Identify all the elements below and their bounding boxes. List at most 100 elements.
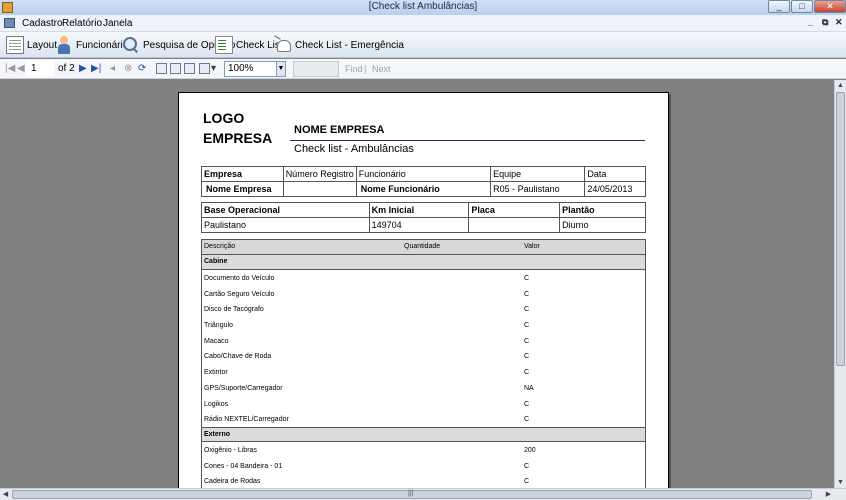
window-title: [Check list Ambulâncias]: [368, 1, 478, 12]
item-description: Rádio NEXTEL/Carregador: [204, 416, 289, 424]
next-page-icon[interactable]: ▶: [79, 63, 87, 74]
item-description: Triângulo: [204, 322, 233, 330]
report-subtitle: Check list - Ambulâncias: [294, 143, 414, 155]
item-value: C: [524, 478, 530, 486]
item-description: Logikos: [204, 400, 229, 408]
section-title: Cabine: [204, 258, 228, 265]
list-item: Logikos C: [202, 396, 645, 412]
report-viewport[interactable]: LOGO EMPRESA NOME EMPRESA Check list - A…: [0, 80, 834, 488]
company-logo: LOGO EMPRESA: [203, 108, 272, 148]
item-description: Cartão Seguro Veículo: [204, 290, 275, 298]
scroll-left-icon[interactable]: ◀: [0, 489, 11, 500]
list-item: Rádio NEXTEL/Carregador C: [202, 411, 645, 427]
scroll-up-icon[interactable]: ▲: [835, 80, 846, 91]
section-externo: Externo: [202, 426, 645, 442]
checklist-icon: [215, 36, 233, 54]
print-layout-icon[interactable]: [170, 63, 181, 74]
find-next-link[interactable]: Next: [372, 64, 391, 74]
item-value: C: [524, 322, 530, 330]
export-icon[interactable]: [199, 63, 210, 74]
back-icon[interactable]: ◂: [110, 63, 115, 74]
checklist-emergencia-button[interactable]: Check List - Emergência: [274, 35, 404, 55]
minimize-button[interactable]: _: [768, 0, 790, 13]
page-setup-icon[interactable]: [184, 63, 195, 74]
item-value: 200: [524, 446, 536, 454]
main-toolbar: Layout Funcionário Pesquisa de Opinião C…: [0, 32, 846, 58]
first-page-icon[interactable]: |◀: [5, 63, 15, 74]
scroll-right-icon[interactable]: ▶: [823, 489, 834, 500]
vertical-scrollbar[interactable]: ▲ ▼: [834, 80, 846, 488]
list-item: Cadeira de Rodas C: [202, 473, 645, 488]
funcionario-button-label: Funcionário: [76, 39, 129, 51]
list-item: Cones - 04 Bandeira - 01 C: [202, 458, 645, 474]
menu-bar: Cadastro Relatório Janela _ ⧉ ✕: [0, 15, 846, 32]
item-value: C: [524, 353, 530, 361]
export-dropdown-icon[interactable]: ▾: [211, 63, 216, 74]
header-equipe: Equipe: [490, 166, 586, 182]
find-link[interactable]: Find: [345, 64, 363, 74]
prev-page-icon[interactable]: ◀: [17, 63, 25, 74]
scroll-down-icon[interactable]: ▼: [835, 477, 846, 488]
person-icon: [55, 36, 73, 54]
mdi-restore-button[interactable]: ⧉: [822, 17, 828, 28]
ambulance-icon: [274, 36, 292, 54]
menu-cadastro[interactable]: Cadastro: [22, 18, 63, 29]
layout-button[interactable]: Layout: [6, 35, 57, 55]
list-item: Documento do Veículo C: [202, 270, 645, 286]
header-placa: Placa: [468, 202, 561, 218]
item-description: Extintor: [204, 369, 228, 377]
report-toolbar: |◀ ◀ 1 of 2 ▶ ▶| ◂ ⊗ ⟳ ▾ 100% ▼ Find | N…: [0, 59, 846, 79]
list-item: Oxigênio - Libras 200: [202, 442, 645, 458]
value-data: 24/05/2013: [584, 181, 646, 197]
find-separator: |: [364, 64, 367, 74]
company-name: NOME EMPRESA: [294, 124, 385, 136]
find-input[interactable]: [293, 61, 339, 77]
info-table-2: Base Operacional Km Inicial Placa Plantã…: [201, 202, 646, 233]
info-table-1: Empresa Número Registro Funcionário Equi…: [201, 166, 646, 197]
value-equipe: R05 - Paulistano: [490, 181, 586, 197]
value-numero-registro: [282, 181, 357, 197]
page-number-input[interactable]: 1: [26, 61, 54, 77]
print-icon[interactable]: [156, 63, 167, 74]
item-description: Macaco: [204, 337, 229, 345]
menu-janela[interactable]: Janela: [103, 18, 132, 29]
item-description: Cabo/Chave de Roda: [204, 353, 272, 361]
item-value: C: [524, 400, 530, 408]
item-value: C: [524, 369, 530, 377]
item-value: NA: [524, 384, 534, 392]
menu-relatorio[interactable]: Relatório: [62, 18, 102, 29]
list-item: Disco de Tacógrafo C: [202, 301, 645, 317]
info-table-2-header: Base Operacional Km Inicial Placa Plantã…: [201, 202, 646, 218]
header-plantao: Plantão: [559, 202, 646, 218]
value-funcionario: Nome Funcionário: [355, 181, 492, 197]
value-km-inicial: 149704: [368, 217, 470, 233]
horizontal-scrollbar[interactable]: ◀ ||| ▶: [0, 488, 846, 500]
window-titlebar: [Check list Ambulâncias] _ □ ✕: [0, 0, 846, 15]
checklist-button[interactable]: Check List: [215, 35, 283, 55]
last-page-icon[interactable]: ▶|: [91, 63, 101, 74]
zoom-value: 100%: [228, 63, 254, 74]
stop-icon[interactable]: ⊗: [124, 63, 132, 74]
item-value: C: [524, 337, 530, 345]
refresh-icon[interactable]: ⟳: [138, 63, 146, 74]
chevron-down-icon[interactable]: ▼: [276, 62, 285, 76]
mdi-window-icon[interactable]: [4, 18, 15, 28]
item-description: Oxigênio - Libras: [204, 446, 257, 454]
value-base-operacional: Paulistano: [201, 217, 370, 233]
list-item: Extintor C: [202, 364, 645, 380]
zoom-select[interactable]: 100% ▼: [224, 61, 286, 77]
funcionario-button[interactable]: Funcionário: [55, 35, 128, 55]
vertical-scroll-thumb[interactable]: [836, 92, 845, 366]
mdi-close-button[interactable]: ✕: [835, 17, 843, 28]
mdi-minimize-button[interactable]: _: [808, 17, 813, 27]
info-table-2-values: Paulistano 149704 Diurno: [201, 217, 646, 233]
close-button[interactable]: ✕: [814, 0, 846, 13]
info-table-1-values: Nome Empresa Nome Funcionário R05 - Paul…: [201, 181, 646, 197]
item-value: C: [524, 275, 530, 282]
header-data: Data: [584, 166, 646, 182]
header-empresa: Empresa: [201, 166, 284, 182]
maximize-button[interactable]: □: [791, 0, 813, 13]
list-item: Triângulo C: [202, 317, 645, 333]
logo-line-1: LOGO: [203, 110, 245, 126]
header-divider: [290, 140, 645, 141]
